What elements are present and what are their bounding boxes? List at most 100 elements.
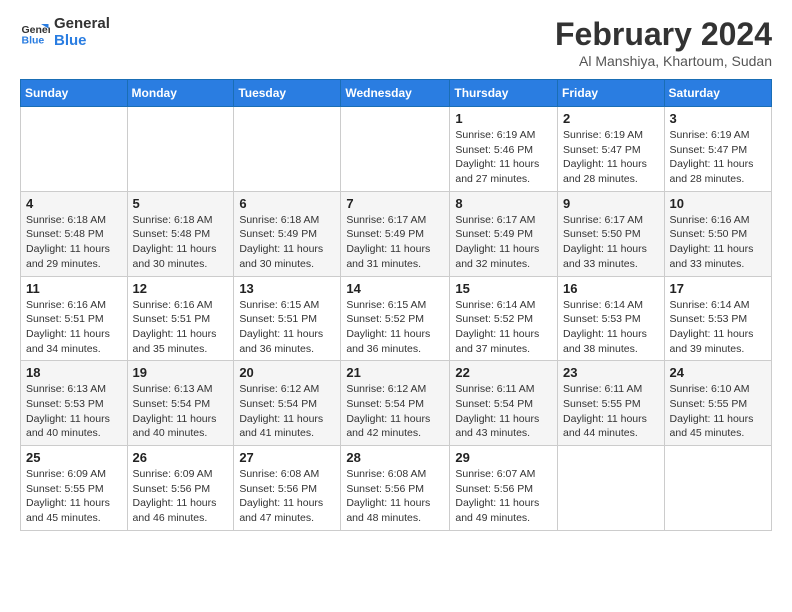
day-number: 20 (239, 365, 335, 380)
calendar-cell: 7 Sunrise: 6:17 AM Sunset: 5:49 PM Daylig… (341, 191, 450, 276)
calendar-cell: 9Sunrise: 6:17 AM Sunset: 5:50 PM Daylig… (558, 191, 665, 276)
day-info: Sunrise: 6:18 AM Sunset: 5:48 PM Dayligh… (133, 213, 229, 272)
calendar-cell: 1 Sunrise: 6:19 AM Sunset: 5:46 PM Daylig… (450, 107, 558, 192)
calendar-cell: 23 Sunrise: 6:11 AM Sunset: 5:55 PM Dayli… (558, 361, 665, 446)
weekday-header: Tuesday (234, 80, 341, 107)
day-number: 7 (346, 196, 444, 211)
day-number: 12 (133, 281, 229, 296)
calendar-cell: 16 Sunrise: 6:14 AM Sunset: 5:53 PM Dayli… (558, 276, 665, 361)
day-info: Sunrise: 6:19 AM Sunset: 5:47 PM Dayligh… (563, 128, 659, 187)
calendar-cell: 11Sunrise: 6:16 AM Sunset: 5:51 PM Dayli… (21, 276, 128, 361)
calendar-cell: 18 Sunrise: 6:13 AM Sunset: 5:53 PM Dayli… (21, 361, 128, 446)
day-number: 17 (670, 281, 766, 296)
calendar-cell (341, 107, 450, 192)
weekday-header: Wednesday (341, 80, 450, 107)
day-info: Sunrise: 6:19 AM Sunset: 5:46 PM Dayligh… (455, 128, 552, 187)
day-info: Sunrise: 6:10 AM Sunset: 5:55 PM Dayligh… (670, 382, 766, 441)
calendar-cell: 3 Sunrise: 6:19 AM Sunset: 5:47 PM Daylig… (664, 107, 771, 192)
calendar-cell (21, 107, 128, 192)
day-info: Sunrise: 6:19 AM Sunset: 5:47 PM Dayligh… (670, 128, 766, 187)
day-number: 26 (133, 450, 229, 465)
day-number: 10 (670, 196, 766, 211)
day-info: Sunrise: 6:12 AM Sunset: 5:54 PM Dayligh… (346, 382, 444, 441)
day-number: 4 (26, 196, 122, 211)
weekday-header: Sunday (21, 80, 128, 107)
calendar-cell: 19 Sunrise: 6:13 AM Sunset: 5:54 PM Dayli… (127, 361, 234, 446)
day-info: Sunrise: 6:09 AM Sunset: 5:56 PM Dayligh… (133, 467, 229, 526)
day-number: 14 (346, 281, 444, 296)
calendar-cell (558, 446, 665, 531)
calendar-cell: 4 Sunrise: 6:18 AM Sunset: 5:48 PM Daylig… (21, 191, 128, 276)
day-number: 21 (346, 365, 444, 380)
calendar-cell: 24Sunrise: 6:10 AM Sunset: 5:55 PM Dayli… (664, 361, 771, 446)
day-number: 23 (563, 365, 659, 380)
calendar-week-row: 25Sunrise: 6:09 AM Sunset: 5:55 PM Dayli… (21, 446, 772, 531)
calendar-cell: 17 Sunrise: 6:14 AM Sunset: 5:53 PM Dayli… (664, 276, 771, 361)
day-info: Sunrise: 6:07 AM Sunset: 5:56 PM Dayligh… (455, 467, 552, 526)
day-number: 13 (239, 281, 335, 296)
day-info: Sunrise: 6:15 AM Sunset: 5:52 PM Dayligh… (346, 298, 444, 357)
logo-text-line1: General (54, 16, 110, 33)
calendar-cell: 25Sunrise: 6:09 AM Sunset: 5:55 PM Dayli… (21, 446, 128, 531)
calendar-week-row: 4 Sunrise: 6:18 AM Sunset: 5:48 PM Daylig… (21, 191, 772, 276)
day-info: Sunrise: 6:14 AM Sunset: 5:53 PM Dayligh… (563, 298, 659, 357)
calendar-cell: 29Sunrise: 6:07 AM Sunset: 5:56 PM Dayli… (450, 446, 558, 531)
logo: General Blue General Blue (20, 16, 110, 49)
day-number: 22 (455, 365, 552, 380)
calendar-cell: 28 Sunrise: 6:08 AM Sunset: 5:56 PM Dayli… (341, 446, 450, 531)
day-number: 5 (133, 196, 229, 211)
calendar-cell: 20Sunrise: 6:12 AM Sunset: 5:54 PM Dayli… (234, 361, 341, 446)
calendar-week-row: 18 Sunrise: 6:13 AM Sunset: 5:53 PM Dayli… (21, 361, 772, 446)
calendar-cell: 5 Sunrise: 6:18 AM Sunset: 5:48 PM Daylig… (127, 191, 234, 276)
location-subtitle: Al Manshiya, Khartoum, Sudan (555, 53, 772, 69)
day-info: Sunrise: 6:17 AM Sunset: 5:49 PM Dayligh… (455, 213, 552, 272)
calendar-cell: 13 Sunrise: 6:15 AM Sunset: 5:51 PM Dayli… (234, 276, 341, 361)
day-info: Sunrise: 6:13 AM Sunset: 5:54 PM Dayligh… (133, 382, 229, 441)
weekday-header: Monday (127, 80, 234, 107)
calendar-week-row: 1 Sunrise: 6:19 AM Sunset: 5:46 PM Daylig… (21, 107, 772, 192)
weekday-header: Saturday (664, 80, 771, 107)
day-info: Sunrise: 6:13 AM Sunset: 5:53 PM Dayligh… (26, 382, 122, 441)
day-info: Sunrise: 6:16 AM Sunset: 5:50 PM Dayligh… (670, 213, 766, 272)
day-number: 19 (133, 365, 229, 380)
calendar-cell: 21 Sunrise: 6:12 AM Sunset: 5:54 PM Dayli… (341, 361, 450, 446)
calendar-cell (234, 107, 341, 192)
day-number: 8 (455, 196, 552, 211)
svg-text:Blue: Blue (22, 34, 45, 46)
day-number: 16 (563, 281, 659, 296)
calendar-cell: 8 Sunrise: 6:17 AM Sunset: 5:49 PM Daylig… (450, 191, 558, 276)
day-number: 3 (670, 111, 766, 126)
day-info: Sunrise: 6:15 AM Sunset: 5:51 PM Dayligh… (239, 298, 335, 357)
calendar-cell: 14 Sunrise: 6:15 AM Sunset: 5:52 PM Dayli… (341, 276, 450, 361)
day-info: Sunrise: 6:18 AM Sunset: 5:48 PM Dayligh… (26, 213, 122, 272)
weekday-header: Friday (558, 80, 665, 107)
day-info: Sunrise: 6:09 AM Sunset: 5:55 PM Dayligh… (26, 467, 122, 526)
day-info: Sunrise: 6:08 AM Sunset: 5:56 PM Dayligh… (346, 467, 444, 526)
day-info: Sunrise: 6:08 AM Sunset: 5:56 PM Dayligh… (239, 467, 335, 526)
day-info: Sunrise: 6:16 AM Sunset: 5:51 PM Dayligh… (133, 298, 229, 357)
day-number: 18 (26, 365, 122, 380)
day-info: Sunrise: 6:11 AM Sunset: 5:55 PM Dayligh… (563, 382, 659, 441)
day-info: Sunrise: 6:18 AM Sunset: 5:49 PM Dayligh… (239, 213, 335, 272)
day-number: 27 (239, 450, 335, 465)
calendar-cell: 27 Sunrise: 6:08 AM Sunset: 5:56 PM Dayli… (234, 446, 341, 531)
logo-text-line2: Blue (54, 33, 110, 50)
day-info: Sunrise: 6:14 AM Sunset: 5:52 PM Dayligh… (455, 298, 552, 357)
day-number: 28 (346, 450, 444, 465)
day-info: Sunrise: 6:14 AM Sunset: 5:53 PM Dayligh… (670, 298, 766, 357)
calendar-cell (127, 107, 234, 192)
logo-icon: General Blue (20, 18, 50, 48)
title-block: February 2024 Al Manshiya, Khartoum, Sud… (555, 16, 772, 69)
day-number: 1 (455, 111, 552, 126)
day-number: 15 (455, 281, 552, 296)
calendar-week-row: 11 Sunrise: 6:16 AM Sunset: 5:51 PM Dayli… (21, 276, 772, 361)
day-number: 2 (563, 111, 659, 126)
day-number: 9 (563, 196, 659, 211)
calendar-cell: 6Sunrise: 6:18 AM Sunset: 5:49 PM Daylig… (234, 191, 341, 276)
day-number: 11 (26, 281, 122, 296)
month-year-title: February 2024 (555, 16, 772, 53)
day-info: Sunrise: 6:17 AM Sunset: 5:49 PM Dayligh… (346, 213, 444, 272)
calendar-cell: 22Sunrise: 6:11 AM Sunset: 5:54 PM Dayli… (450, 361, 558, 446)
calendar-cell: 26 Sunrise: 6:09 AM Sunset: 5:56 PM Dayli… (127, 446, 234, 531)
calendar-cell: 15 Sunrise: 6:14 AM Sunset: 5:52 PM Dayli… (450, 276, 558, 361)
